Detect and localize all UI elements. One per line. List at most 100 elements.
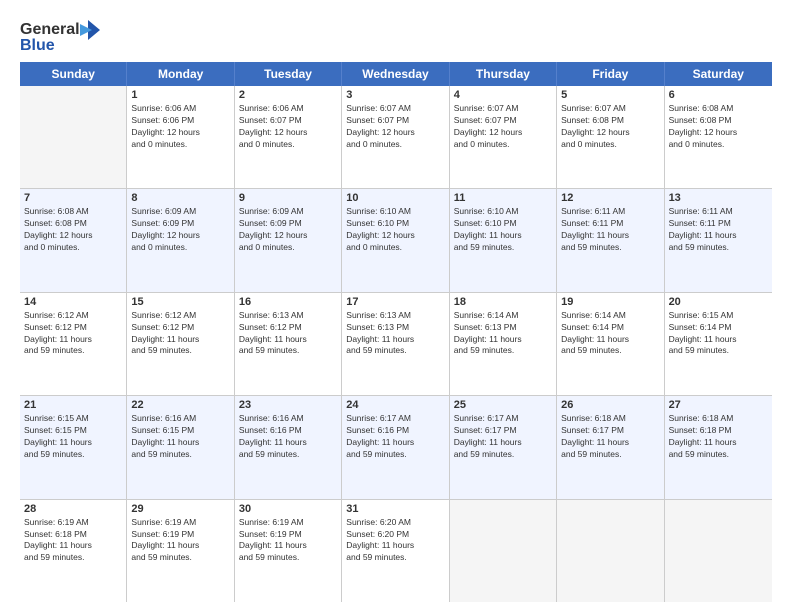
day-number: 18 (454, 296, 552, 308)
calendar-cell: 13Sunrise: 6:11 AM Sunset: 6:11 PM Dayli… (665, 189, 772, 291)
day-info: Sunrise: 6:08 AM Sunset: 6:08 PM Dayligh… (24, 206, 122, 254)
calendar-cell (20, 86, 127, 188)
day-number: 22 (131, 399, 229, 411)
calendar-cell: 19 Sunrise: 6:14 AM Sunset: 6:14 PM Dayli… (557, 293, 664, 395)
day-number: 26 (561, 399, 659, 411)
day-number: 2 (239, 89, 337, 101)
day-header-tuesday: Tuesday (235, 62, 342, 86)
day-number: 13 (669, 192, 768, 204)
day-info: Sunrise: 6:11 AM Sunset: 6:11 PM Dayligh… (561, 206, 659, 254)
day-info: Sunrise: 6:14 AM Sunset: 6:13 PM Dayligh… (454, 310, 552, 358)
day-header-friday: Friday (557, 62, 664, 86)
day-number: 24 (346, 399, 444, 411)
calendar-cell: 27 Sunrise: 6:18 AM Sunset: 6:18 PM Dayli… (665, 396, 772, 498)
calendar-body: 1Sunrise: 6:06 AM Sunset: 6:06 PM Daylig… (20, 86, 772, 602)
day-info: Sunrise: 6:06 AM Sunset: 6:07 PM Dayligh… (239, 103, 337, 151)
logo-icon: General Blue (20, 16, 100, 54)
day-info: Sunrise: 6:10 AM Sunset: 6:10 PM Dayligh… (346, 206, 444, 254)
day-number: 19 (561, 296, 659, 308)
day-info: Sunrise: 6:14 AM Sunset: 6:14 PM Dayligh… (561, 310, 659, 358)
calendar-cell: 30 Sunrise: 6:19 AM Sunset: 6:19 PM Dayli… (235, 500, 342, 602)
calendar-cell: 1Sunrise: 6:06 AM Sunset: 6:06 PM Daylig… (127, 86, 234, 188)
header: General Blue (20, 16, 772, 54)
day-number: 10 (346, 192, 444, 204)
calendar-cell: 20 Sunrise: 6:15 AM Sunset: 6:14 PM Dayli… (665, 293, 772, 395)
calendar: SundayMondayTuesdayWednesdayThursdayFrid… (20, 62, 772, 602)
day-info: Sunrise: 6:16 AM Sunset: 6:16 PM Dayligh… (239, 413, 337, 461)
day-number: 4 (454, 89, 552, 101)
calendar-cell: 12 Sunrise: 6:11 AM Sunset: 6:11 PM Dayli… (557, 189, 664, 291)
calendar-cell: 21 Sunrise: 6:15 AM Sunset: 6:15 PM Dayli… (20, 396, 127, 498)
calendar-cell: 26 Sunrise: 6:18 AM Sunset: 6:17 PM Dayli… (557, 396, 664, 498)
day-info: Sunrise: 6:06 AM Sunset: 6:06 PM Dayligh… (131, 103, 229, 151)
calendar-cell: 10 Sunrise: 6:10 AM Sunset: 6:10 PM Dayli… (342, 189, 449, 291)
day-header-wednesday: Wednesday (342, 62, 449, 86)
calendar-cell: 14Sunrise: 6:12 AM Sunset: 6:12 PM Dayli… (20, 293, 127, 395)
day-header-saturday: Saturday (665, 62, 772, 86)
day-info: Sunrise: 6:12 AM Sunset: 6:12 PM Dayligh… (131, 310, 229, 358)
day-number: 21 (24, 399, 122, 411)
day-number: 9 (239, 192, 337, 204)
calendar-cell: 15 Sunrise: 6:12 AM Sunset: 6:12 PM Dayli… (127, 293, 234, 395)
calendar-cell: 5Sunrise: 6:07 AM Sunset: 6:08 PM Daylig… (557, 86, 664, 188)
day-info: Sunrise: 6:13 AM Sunset: 6:12 PM Dayligh… (239, 310, 337, 358)
day-number: 12 (561, 192, 659, 204)
calendar-header: SundayMondayTuesdayWednesdayThursdayFrid… (20, 62, 772, 86)
calendar-cell: 28 Sunrise: 6:19 AM Sunset: 6:18 PM Dayli… (20, 500, 127, 602)
calendar-cell: 11 Sunrise: 6:10 AM Sunset: 6:10 PM Dayli… (450, 189, 557, 291)
day-info: Sunrise: 6:15 AM Sunset: 6:15 PM Dayligh… (24, 413, 122, 461)
calendar-week-row: 28 Sunrise: 6:19 AM Sunset: 6:18 PM Dayli… (20, 500, 772, 602)
day-number: 11 (454, 192, 552, 204)
day-info: Sunrise: 6:10 AM Sunset: 6:10 PM Dayligh… (454, 206, 552, 254)
day-number: 8 (131, 192, 229, 204)
calendar-cell: 8Sunrise: 6:09 AM Sunset: 6:09 PM Daylig… (127, 189, 234, 291)
day-info: Sunrise: 6:20 AM Sunset: 6:20 PM Dayligh… (346, 517, 444, 565)
svg-text:Blue: Blue (20, 37, 55, 54)
day-info: Sunrise: 6:17 AM Sunset: 6:16 PM Dayligh… (346, 413, 444, 461)
day-number: 6 (669, 89, 768, 101)
day-number: 14 (24, 296, 122, 308)
day-number: 31 (346, 503, 444, 515)
logo: General Blue (20, 16, 100, 54)
day-number: 7 (24, 192, 122, 204)
day-info: Sunrise: 6:19 AM Sunset: 6:19 PM Dayligh… (239, 517, 337, 565)
day-number: 29 (131, 503, 229, 515)
calendar-week-row: 7 Sunrise: 6:08 AM Sunset: 6:08 PM Daylig… (20, 189, 772, 292)
day-info: Sunrise: 6:18 AM Sunset: 6:18 PM Dayligh… (669, 413, 768, 461)
day-header-sunday: Sunday (20, 62, 127, 86)
calendar-cell: 6 Sunrise: 6:08 AM Sunset: 6:08 PM Daylig… (665, 86, 772, 188)
calendar-cell: 24 Sunrise: 6:17 AM Sunset: 6:16 PM Dayli… (342, 396, 449, 498)
day-header-monday: Monday (127, 62, 234, 86)
calendar-cell: 25Sunrise: 6:17 AM Sunset: 6:17 PM Dayli… (450, 396, 557, 498)
calendar-week-row: 1Sunrise: 6:06 AM Sunset: 6:06 PM Daylig… (20, 86, 772, 189)
day-number: 20 (669, 296, 768, 308)
day-info: Sunrise: 6:15 AM Sunset: 6:14 PM Dayligh… (669, 310, 768, 358)
day-info: Sunrise: 6:18 AM Sunset: 6:17 PM Dayligh… (561, 413, 659, 461)
day-info: Sunrise: 6:19 AM Sunset: 6:19 PM Dayligh… (131, 517, 229, 565)
day-info: Sunrise: 6:17 AM Sunset: 6:17 PM Dayligh… (454, 413, 552, 461)
day-number: 17 (346, 296, 444, 308)
day-number: 30 (239, 503, 337, 515)
day-info: Sunrise: 6:08 AM Sunset: 6:08 PM Dayligh… (669, 103, 768, 151)
calendar-cell: 7 Sunrise: 6:08 AM Sunset: 6:08 PM Daylig… (20, 189, 127, 291)
calendar-cell (665, 500, 772, 602)
calendar-week-row: 14 Sunrise: 6:12 AM Sunset: 6:12 PM Dayli… (20, 293, 772, 396)
calendar-cell: 31 Sunrise: 6:20 AM Sunset: 6:20 PM Dayli… (342, 500, 449, 602)
calendar-cell (557, 500, 664, 602)
day-info: Sunrise: 6:07 AM Sunset: 6:08 PM Dayligh… (561, 103, 659, 151)
calendar-cell: 2 Sunrise: 6:06 AM Sunset: 6:07 PM Daylig… (235, 86, 342, 188)
calendar-cell: 4Sunrise: 6:07 AM Sunset: 6:07 PM Daylig… (450, 86, 557, 188)
calendar-cell: 3Sunrise: 6:07 AM Sunset: 6:07 PM Daylig… (342, 86, 449, 188)
calendar-cell: 23Sunrise: 6:16 AM Sunset: 6:16 PM Dayli… (235, 396, 342, 498)
calendar-cell: 18 Sunrise: 6:14 AM Sunset: 6:13 PM Dayli… (450, 293, 557, 395)
calendar-cell: 22Sunrise: 6:16 AM Sunset: 6:15 PM Dayli… (127, 396, 234, 498)
page: General Blue SundayMondayTuesdayWednesda… (0, 0, 792, 612)
calendar-cell: 17Sunrise: 6:13 AM Sunset: 6:13 PM Dayli… (342, 293, 449, 395)
day-number: 28 (24, 503, 122, 515)
day-number: 15 (131, 296, 229, 308)
day-info: Sunrise: 6:09 AM Sunset: 6:09 PM Dayligh… (239, 206, 337, 254)
day-header-thursday: Thursday (450, 62, 557, 86)
calendar-cell: 16Sunrise: 6:13 AM Sunset: 6:12 PM Dayli… (235, 293, 342, 395)
day-number: 27 (669, 399, 768, 411)
day-info: Sunrise: 6:19 AM Sunset: 6:18 PM Dayligh… (24, 517, 122, 565)
